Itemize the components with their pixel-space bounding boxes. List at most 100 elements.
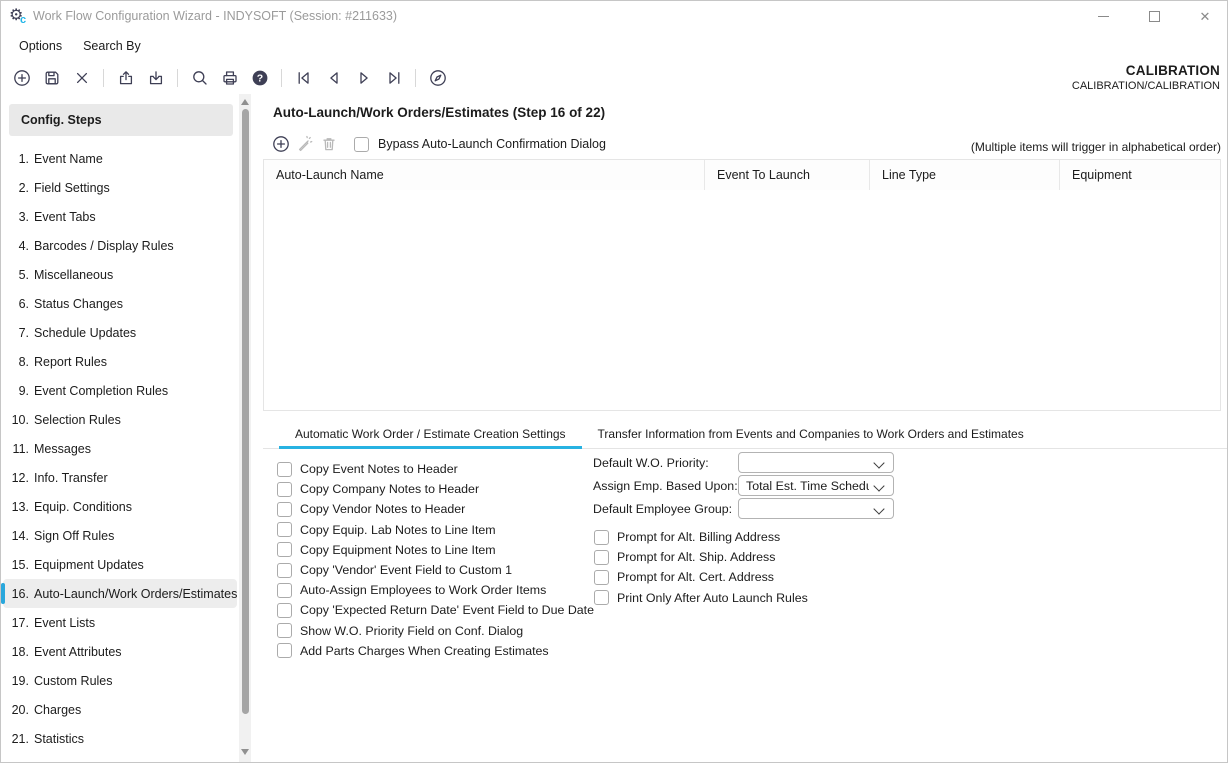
creation-setting-9-checkbox[interactable] xyxy=(277,643,292,658)
prompt-setting-1-checkbox[interactable] xyxy=(594,550,609,565)
first-record-icon[interactable] xyxy=(291,65,316,90)
menu-options[interactable]: Options xyxy=(19,39,62,53)
sidebar-item-step-19[interactable]: 19.Custom Rules xyxy=(3,666,237,695)
column-header-2[interactable]: Line Type xyxy=(870,160,1060,190)
prompt-setting-3-checkbox[interactable] xyxy=(594,590,609,605)
column-header-3[interactable]: Equipment xyxy=(1060,160,1220,190)
sidebar-item-step-14[interactable]: 14.Sign Off Rules xyxy=(3,521,237,550)
column-header-0[interactable]: Auto-Launch Name xyxy=(264,160,705,190)
next-record-icon[interactable] xyxy=(351,65,376,90)
creation-setting-6-checkbox[interactable] xyxy=(277,583,292,598)
sidebar-item-step-5[interactable]: 5.Miscellaneous xyxy=(3,260,237,289)
export-icon[interactable] xyxy=(113,65,138,90)
sidebar-item-step-17[interactable]: 17.Event Lists xyxy=(3,608,237,637)
add-icon[interactable] xyxy=(9,65,34,90)
sidebar-item-step-7[interactable]: 7.Schedule Updates xyxy=(3,318,237,347)
creation-settings-checkboxes: Copy Event Notes to HeaderCopy Company N… xyxy=(277,459,594,661)
help-icon[interactable]: ? xyxy=(247,65,272,90)
sidebar-item-step-13[interactable]: 13.Equip. Conditions xyxy=(3,492,237,521)
step-number: 3. xyxy=(3,210,29,224)
last-record-icon[interactable] xyxy=(381,65,406,90)
sidebar-item-step-10[interactable]: 10.Selection Rules xyxy=(3,405,237,434)
creation-setting-1-label: Copy Company Notes to Header xyxy=(300,482,479,496)
config-steps-sidebar: Config. Steps 1.Event Name2.Field Settin… xyxy=(1,94,239,762)
menu-search-by[interactable]: Search By xyxy=(83,39,141,53)
step-label: Statistics xyxy=(34,732,84,746)
field-dropdown-0[interactable] xyxy=(738,452,894,473)
creation-setting-3-label: Copy Equip. Lab Notes to Line Item xyxy=(300,523,496,537)
creation-setting-8-checkbox[interactable] xyxy=(277,623,292,638)
tab-0[interactable]: Automatic Work Order / Estimate Creation… xyxy=(279,419,582,448)
sidebar-title: Config. Steps xyxy=(9,104,233,136)
sidebar-item-step-15[interactable]: 15.Equipment Updates xyxy=(3,550,237,579)
window-title: Work Flow Configuration Wizard - INDYSOF… xyxy=(33,9,397,23)
sidebar-item-step-6[interactable]: 6.Status Changes xyxy=(3,289,237,318)
close-icon[interactable]: ✕ xyxy=(1183,1,1227,31)
sidebar-item-step-18[interactable]: 18.Event Attributes xyxy=(3,637,237,666)
field-row-2: Default Employee Group: xyxy=(593,497,894,520)
import-icon[interactable] xyxy=(143,65,168,90)
step-label: Equipment Updates xyxy=(34,558,144,572)
maximize-icon[interactable] xyxy=(1132,1,1176,31)
previous-record-icon[interactable] xyxy=(321,65,346,90)
edit-auto-launch-icon[interactable] xyxy=(293,132,317,156)
scroll-up-icon[interactable] xyxy=(241,99,249,105)
sidebar-item-step-11[interactable]: 11.Messages xyxy=(3,434,237,463)
compass-icon[interactable] xyxy=(425,65,450,90)
creation-setting-4-row: Copy Equipment Notes to Line Item xyxy=(277,540,594,560)
creation-setting-3-checkbox[interactable] xyxy=(277,522,292,537)
sidebar-scrollbar[interactable] xyxy=(239,94,251,762)
add-auto-launch-icon[interactable] xyxy=(269,132,293,156)
tab-1[interactable]: Transfer Information from Events and Com… xyxy=(582,419,1040,448)
sidebar-item-step-1[interactable]: 1.Event Name xyxy=(3,144,237,173)
creation-setting-2-checkbox[interactable] xyxy=(277,502,292,517)
delete-icon[interactable] xyxy=(69,65,94,90)
creation-setting-2-label: Copy Vendor Notes to Header xyxy=(300,502,465,516)
prompt-setting-2-row: Prompt for Alt. Cert. Address xyxy=(594,567,808,587)
bypass-confirmation-checkbox[interactable] xyxy=(354,137,369,152)
step-label: Event Tabs xyxy=(34,210,96,224)
step-number: 13. xyxy=(3,500,29,514)
creation-setting-5-checkbox[interactable] xyxy=(277,563,292,578)
creation-setting-1-checkbox[interactable] xyxy=(277,482,292,497)
print-icon[interactable] xyxy=(217,65,242,90)
step-number: 14. xyxy=(3,529,29,543)
sidebar-item-step-12[interactable]: 12.Info. Transfer xyxy=(3,463,237,492)
scroll-down-icon[interactable] xyxy=(241,749,249,755)
field-dropdown-1[interactable]: Total Est. Time Scheduled xyxy=(738,475,894,496)
sidebar-item-step-4[interactable]: 4.Barcodes / Display Rules xyxy=(3,231,237,260)
sidebar-item-step-20[interactable]: 20.Charges xyxy=(3,695,237,724)
search-icon[interactable] xyxy=(187,65,212,90)
splitter-handle[interactable] xyxy=(253,422,263,438)
prompt-setting-0-checkbox[interactable] xyxy=(594,530,609,545)
sidebar-item-step-21[interactable]: 21.Statistics xyxy=(3,724,237,753)
sidebar-item-step-8[interactable]: 8.Report Rules xyxy=(3,347,237,376)
creation-setting-9-label: Add Parts Charges When Creating Estimate… xyxy=(300,644,549,658)
page-title: Auto-Launch/Work Orders/Estimates (Step … xyxy=(273,105,605,120)
field-row-0: Default W.O. Priority: xyxy=(593,451,894,474)
step-number: 8. xyxy=(3,355,29,369)
prompt-setting-2-checkbox[interactable] xyxy=(594,570,609,585)
step-label: Event Attributes xyxy=(34,645,122,659)
save-icon[interactable] xyxy=(39,65,64,90)
column-header-1[interactable]: Event To Launch xyxy=(705,160,870,190)
selected-step-accent-bar xyxy=(1,583,5,604)
table-body[interactable] xyxy=(264,190,1220,410)
step-label: Charges xyxy=(34,703,81,717)
minimize-icon[interactable] xyxy=(1081,1,1125,31)
delete-auto-launch-icon[interactable] xyxy=(317,132,341,156)
sidebar-item-step-3[interactable]: 3. Event Tabs xyxy=(3,202,237,231)
creation-setting-0-checkbox[interactable] xyxy=(277,462,292,477)
field-label-1: Assign Emp. Based Upon: xyxy=(593,479,738,493)
sidebar-item-step-2[interactable]: 2.Field Settings xyxy=(3,173,237,202)
field-label-2: Default Employee Group: xyxy=(593,502,738,516)
sidebar-item-step-16[interactable]: 16.Auto-Launch/Work Orders/Estimates xyxy=(3,579,237,608)
creation-setting-4-checkbox[interactable] xyxy=(277,542,292,557)
sidebar-item-step-9[interactable]: 9.Event Completion Rules xyxy=(3,376,237,405)
creation-setting-7-checkbox[interactable] xyxy=(277,603,292,618)
step-number: 5. xyxy=(3,268,29,282)
prompt-setting-0-label: Prompt for Alt. Billing Address xyxy=(617,530,780,544)
step-number: 7. xyxy=(3,326,29,340)
field-dropdown-2[interactable] xyxy=(738,498,894,519)
scrollbar-thumb[interactable] xyxy=(242,109,249,714)
